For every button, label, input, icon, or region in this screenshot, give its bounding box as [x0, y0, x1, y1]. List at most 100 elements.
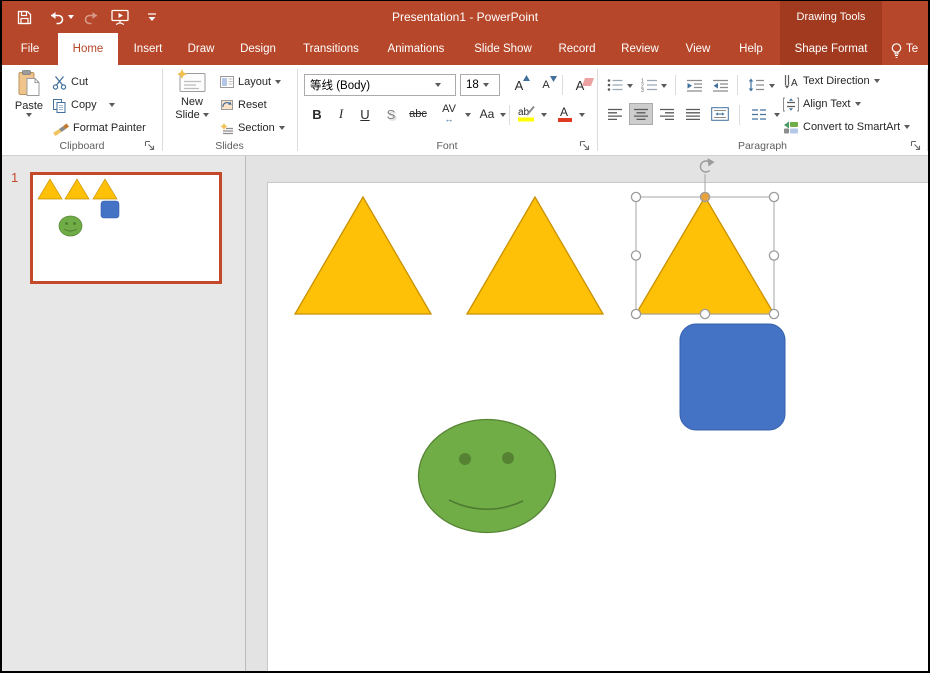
new-slide-button[interactable]: New Slide — [168, 69, 216, 121]
triangle-1[interactable] — [295, 197, 431, 314]
align-left-button[interactable] — [603, 103, 627, 125]
triangle-2[interactable] — [467, 197, 603, 314]
triangle-3-selected[interactable] — [636, 197, 774, 314]
increase-indent-button[interactable] — [709, 74, 731, 96]
underline-button[interactable]: U — [354, 103, 376, 125]
rotation-handle-icon[interactable] — [700, 158, 714, 172]
font-color-button[interactable]: A — [553, 103, 577, 125]
tab-view[interactable]: View — [676, 33, 720, 65]
line-spacing-dropdown-icon[interactable] — [769, 84, 775, 88]
columns-button[interactable] — [747, 103, 771, 125]
layout-button[interactable]: Layout — [220, 72, 281, 92]
font-name-combobox[interactable] — [304, 74, 456, 96]
align-text-button[interactable]: Align Text — [783, 94, 861, 114]
text-direction-icon: A — [783, 74, 799, 89]
tab-insert[interactable]: Insert — [124, 33, 172, 65]
copy-button[interactable]: Copy — [52, 95, 115, 115]
clear-formatting-button[interactable]: A — [567, 74, 593, 96]
paste-icon — [17, 69, 41, 99]
resize-handle-top-right[interactable] — [769, 192, 778, 201]
section-icon — [220, 122, 234, 135]
new-slide-label-1: New — [181, 96, 203, 108]
tab-draw[interactable]: Draw — [178, 33, 224, 65]
tab-animations[interactable]: Animations — [378, 33, 454, 65]
text-shadow-button[interactable]: S — [380, 103, 402, 125]
resize-handle-bottom-left[interactable] — [631, 309, 640, 318]
font-size-combobox[interactable] — [460, 74, 500, 96]
tell-me-label[interactable]: Te — [906, 33, 930, 65]
tab-shape-format[interactable]: Shape Format — [780, 33, 882, 65]
decrease-indent-button[interactable] — [683, 74, 705, 96]
clipboard-dialog-launcher-icon[interactable] — [144, 140, 155, 151]
align-center-button[interactable] — [629, 103, 653, 125]
bullets-button[interactable] — [605, 74, 625, 96]
customize-quick-access-icon[interactable] — [142, 7, 162, 27]
italic-button[interactable]: I — [330, 103, 352, 125]
numbering-button[interactable]: 123 — [639, 74, 659, 96]
reset-icon — [220, 99, 234, 111]
tab-transitions[interactable]: Transitions — [294, 33, 368, 65]
svg-text:A: A — [791, 78, 798, 89]
redo-icon — [82, 7, 102, 27]
smiley-face[interactable] — [419, 420, 556, 533]
resize-handle-middle-left[interactable] — [631, 251, 640, 260]
text-direction-button[interactable]: A Text Direction — [783, 71, 880, 91]
character-spacing-dropdown-icon[interactable] — [465, 113, 471, 117]
format-painter-button[interactable]: Format Painter — [52, 118, 146, 138]
resize-handle-bottom-center[interactable] — [700, 309, 709, 318]
increase-font-size-button[interactable]: A — [506, 74, 532, 96]
font-dialog-launcher-icon[interactable] — [579, 140, 590, 151]
svg-text:3: 3 — [641, 88, 644, 92]
save-icon[interactable] — [14, 7, 34, 27]
cut-button[interactable]: Cut — [52, 72, 88, 92]
font-color-dropdown-icon[interactable] — [579, 113, 585, 117]
format-painter-icon — [52, 120, 69, 136]
slide-thumbnail-panel[interactable]: 1 — [2, 156, 245, 672]
decrease-font-size-button[interactable]: A — [534, 74, 558, 96]
font-size-input[interactable] — [461, 76, 483, 94]
character-spacing-button[interactable]: AV↔ — [436, 103, 462, 125]
undo-icon[interactable] — [46, 7, 66, 27]
text-highlight-color-button[interactable]: ab — [515, 103, 539, 125]
bold-button[interactable]: B — [306, 103, 328, 125]
panel-splitter[interactable] — [246, 156, 267, 672]
resize-handle-middle-right[interactable] — [769, 251, 778, 260]
tab-file[interactable]: File — [10, 33, 50, 65]
tab-record[interactable]: Record — [550, 33, 604, 65]
rounded-square[interactable] — [680, 324, 785, 430]
section-dropdown-icon — [279, 126, 285, 130]
convert-to-smartart-button[interactable]: Convert to SmartArt — [783, 117, 910, 137]
undo-dropdown-icon[interactable] — [66, 7, 76, 27]
bullets-dropdown-icon[interactable] — [627, 84, 633, 88]
distributed-button[interactable] — [707, 103, 733, 125]
start-slideshow-icon[interactable] — [110, 7, 130, 27]
tab-design[interactable]: Design — [230, 33, 286, 65]
justify-button[interactable] — [681, 103, 705, 125]
separator — [509, 105, 510, 125]
slides-group-label: Slides — [162, 140, 297, 152]
tab-review[interactable]: Review — [612, 33, 668, 65]
strikethrough-button[interactable]: abc — [404, 103, 432, 125]
font-name-dropdown-icon — [435, 83, 441, 87]
separator — [737, 75, 738, 95]
reset-button[interactable]: Reset — [220, 95, 267, 115]
resize-handle-top-left[interactable] — [631, 192, 640, 201]
tab-slide-show[interactable]: Slide Show — [462, 33, 544, 65]
slide-thumbnail-1[interactable] — [30, 172, 222, 284]
align-right-button[interactable] — [655, 103, 679, 125]
paragraph-dialog-launcher-icon[interactable] — [910, 140, 921, 151]
tab-home[interactable]: Home — [58, 33, 118, 65]
line-spacing-button[interactable] — [745, 74, 767, 96]
change-case-dropdown-icon[interactable] — [500, 113, 506, 117]
font-name-input[interactable] — [305, 76, 435, 94]
numbering-dropdown-icon[interactable] — [661, 84, 667, 88]
change-case-button[interactable]: Aa — [475, 103, 499, 125]
tab-help[interactable]: Help — [728, 33, 774, 65]
columns-dropdown-icon[interactable] — [774, 113, 780, 117]
resize-handle-bottom-right[interactable] — [769, 309, 778, 318]
section-button[interactable]: Section — [220, 118, 285, 138]
slide-canvas[interactable] — [267, 156, 928, 672]
paste-button[interactable]: Paste — [8, 69, 50, 117]
text-highlight-dropdown-icon[interactable] — [541, 113, 547, 117]
adjust-handle[interactable] — [700, 192, 709, 201]
